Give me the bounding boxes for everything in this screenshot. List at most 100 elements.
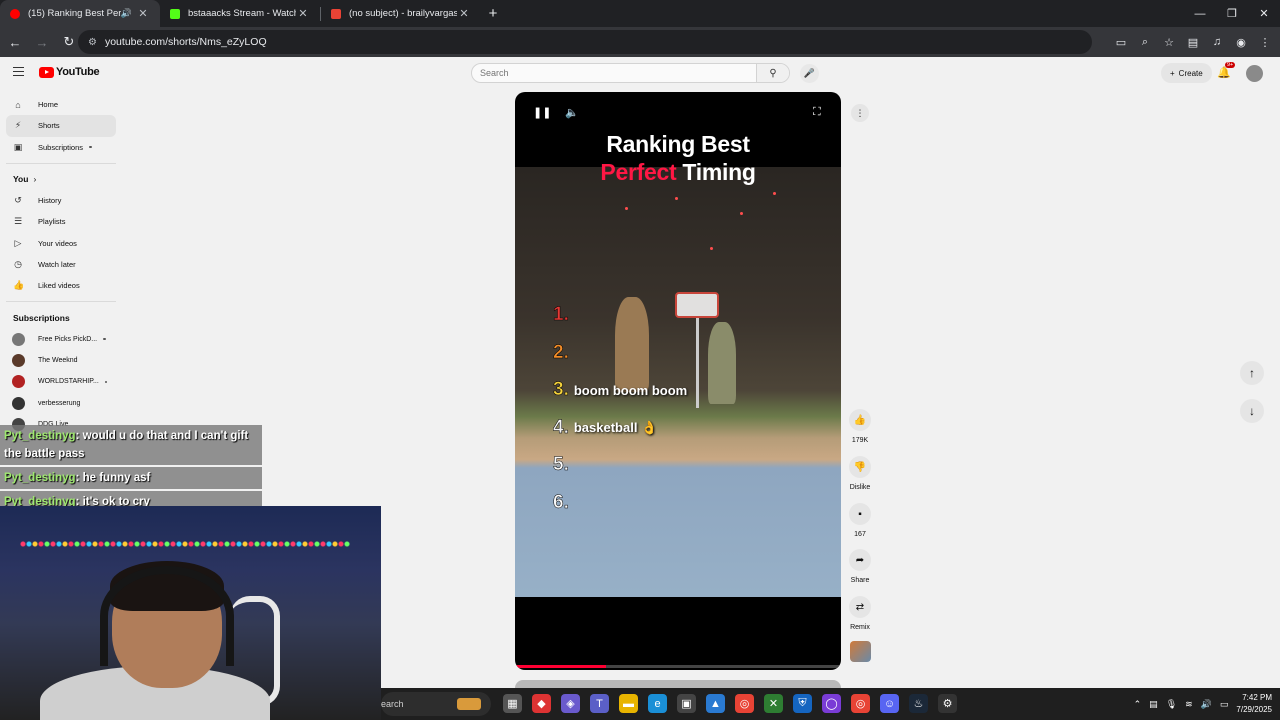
store-icon[interactable]: ▣ <box>677 694 696 713</box>
system-tray: ⌃ ▤ 🎙 ≋ 🔊 ▭ 7:42 PM 7/29/2025 <box>1134 688 1272 720</box>
teams-icon[interactable]: T <box>590 694 609 713</box>
wifi-icon[interactable]: ≋ <box>1185 699 1193 710</box>
sidebar-item-label: Liked videos <box>38 281 80 291</box>
settings-gear-icon[interactable]: ⚙ <box>938 694 957 713</box>
windows-taskbar: earch ▦ ◆ ◈ T ▬ e ▣ ▲ ◎ ✕ ⛨ ◯ ◎ ☺ ♨ ⚙ ⌃ … <box>381 688 1280 720</box>
like-button[interactable]: 👍 179K <box>845 409 875 444</box>
sidebar-item-history[interactable]: ↺ History <box>6 190 116 211</box>
chrome-active-icon[interactable]: ◎ <box>851 694 870 713</box>
chrome-icon[interactable]: ◎ <box>735 694 754 713</box>
sidebar-item-shorts[interactable]: ⚡ Shorts <box>6 115 116 137</box>
site-info-icon[interactable]: ⚙ <box>88 37 97 48</box>
battery-icon[interactable]: ▭ <box>1220 699 1229 710</box>
sidebar-item-label: Your videos <box>38 238 77 248</box>
rank-5: 5. <box>553 454 574 476</box>
minimize-icon[interactable]: — <box>1184 0 1216 27</box>
create-button[interactable]: + Create <box>1161 63 1212 83</box>
chat-username: Pyt_destinyg <box>4 430 76 442</box>
speaker-icon[interactable]: 🔊 <box>121 8 132 19</box>
file-explorer-icon[interactable]: ▬ <box>619 694 638 713</box>
next-short-arrow-down-icon[interactable]: ↓ <box>1240 399 1264 423</box>
youtube-logo[interactable]: YouTube <box>39 66 100 78</box>
app-red-icon[interactable]: ◆ <box>532 694 551 713</box>
tab-youtube[interactable]: (15) Ranking Best Perfect Ti 🔊 ✕ <box>0 0 160 27</box>
profile-icon[interactable]: ◉ <box>1232 30 1250 54</box>
more-options-icon[interactable]: ⋮ <box>851 104 869 122</box>
volume-tray-icon[interactable]: 🔊 <box>1201 699 1212 710</box>
hamburger-menu-icon[interactable] <box>13 67 24 76</box>
rank-number: 5. <box>553 454 569 476</box>
app-purple-icon[interactable]: ◯ <box>822 694 841 713</box>
tab-title: (no subject) - brailyvargas@gm <box>349 8 457 19</box>
audio-thumbnail[interactable] <box>850 641 871 662</box>
security-shield-icon[interactable]: ⛨ <box>793 694 812 713</box>
sidebar-item-your-videos[interactable]: ▷ Your videos <box>6 232 116 253</box>
taskbar-search[interactable]: earch <box>381 692 491 716</box>
create-label: Create <box>1178 68 1203 78</box>
url-text: youtube.com/shorts/Nms_eZyLOQ <box>104 36 267 48</box>
volume-icon[interactable]: 🔈 <box>565 106 579 119</box>
sidepanel-icon[interactable]: ▤ <box>1184 30 1202 54</box>
sidebar-item-label: Subscriptions <box>38 142 84 152</box>
subscription-item[interactable]: Free Picks PickD... <box>6 328 116 349</box>
tab-kick[interactable]: bstaaacks Stream - Watch Live o ✕ <box>160 0 320 27</box>
notifications-bell-icon[interactable]: 🔔 9+ <box>1217 62 1236 79</box>
back-arrow-icon[interactable]: ← <box>3 30 27 54</box>
menu-kebab-icon[interactable]: ⋮ <box>1256 30 1274 54</box>
restore-icon[interactable]: ❐ <box>1216 0 1248 27</box>
dislike-button[interactable]: 👎 Dislike <box>845 456 875 491</box>
task-view-icon[interactable]: ▦ <box>503 694 522 713</box>
close-window-icon[interactable]: ✕ <box>1248 0 1280 27</box>
xbox-icon[interactable]: ✕ <box>764 694 783 713</box>
comments-button[interactable]: ▪ 167 <box>845 503 875 538</box>
bookmark-star-icon[interactable]: ☆ <box>1160 30 1178 54</box>
edge-icon[interactable]: e <box>648 694 667 713</box>
address-bar[interactable]: ⚙ youtube.com/shorts/Nms_eZyLOQ <box>78 30 1092 54</box>
cast-icon[interactable]: ▭ <box>1112 30 1130 54</box>
video-progress-bar[interactable] <box>515 665 841 668</box>
subscription-item[interactable]: The Weeknd <box>6 350 116 371</box>
forward-arrow-icon[interactable]: → <box>30 30 54 54</box>
sidebar-item-subscriptions[interactable]: ▣ Subscriptions <box>6 137 116 158</box>
sidebar-item-watch-later[interactable]: ◷ Watch later <box>6 254 116 275</box>
close-tab-icon[interactable]: ✕ <box>136 7 150 20</box>
new-content-dot <box>103 337 106 341</box>
mic-icon[interactable]: 🎙 <box>1166 699 1177 710</box>
sidebar-you-header[interactable]: You › <box>6 169 116 190</box>
new-tab-button[interactable]: + <box>481 0 505 27</box>
sidebar-item-liked-videos[interactable]: 👍 Liked videos <box>6 275 116 296</box>
network-icon[interactable]: ▤ <box>1149 699 1158 710</box>
close-tab-icon[interactable]: ✕ <box>296 7 310 20</box>
rank-4: 4. basketball 👌 <box>553 417 657 439</box>
shorts-player[interactable]: ❚❚ 🔈 ⛶ Ranking Best Perfect Timing 1. 2.… <box>515 92 841 670</box>
clock[interactable]: 7:42 PM 7/29/2025 <box>1236 692 1272 716</box>
photos-icon[interactable]: ▲ <box>706 694 725 713</box>
sidebar-item-home[interactable]: ⌂ Home <box>6 94 116 115</box>
zoom-icon[interactable]: ⌕ <box>1136 30 1154 54</box>
close-tab-icon[interactable]: ✕ <box>457 7 471 20</box>
rank-number: 4. <box>553 417 569 439</box>
remix-button[interactable]: ⇄ Remix <box>845 596 875 631</box>
subscription-item[interactable]: WORLDSTARHIP... <box>6 371 116 392</box>
media-icon[interactable]: ♫ <box>1208 30 1226 54</box>
tab-gmail[interactable]: (no subject) - brailyvargas@gm ✕ <box>321 0 481 27</box>
subscription-item[interactable]: verbesserung <box>6 393 116 414</box>
share-button[interactable]: ➦ Share <box>845 549 875 584</box>
account-avatar[interactable] <box>1246 65 1263 82</box>
divider <box>6 301 116 303</box>
tab-strip: (15) Ranking Best Perfect Ti 🔊 ✕ bstaaac… <box>0 0 1280 27</box>
taskbar-search-text: earch <box>381 699 404 709</box>
tab-title: bstaaacks Stream - Watch Live o <box>188 8 296 19</box>
sidebar-item-playlists[interactable]: ☰ Playlists <box>6 211 116 232</box>
search-input[interactable] <box>472 64 756 82</box>
discord-icon[interactable]: ☺ <box>880 694 899 713</box>
previous-short-arrow-up-icon[interactable]: ↑ <box>1240 361 1264 385</box>
steam-icon[interactable]: ♨ <box>909 694 928 713</box>
voice-search-mic-icon[interactable]: 🎤 <box>800 64 819 83</box>
led-lights <box>20 536 350 552</box>
copilot-icon[interactable]: ◈ <box>561 694 580 713</box>
search-icon[interactable]: ⚲ <box>756 64 789 82</box>
fullscreen-icon[interactable]: ⛶ <box>813 106 821 119</box>
pause-icon[interactable]: ❚❚ <box>533 106 551 119</box>
chevron-up-icon[interactable]: ⌃ <box>1134 699 1142 710</box>
